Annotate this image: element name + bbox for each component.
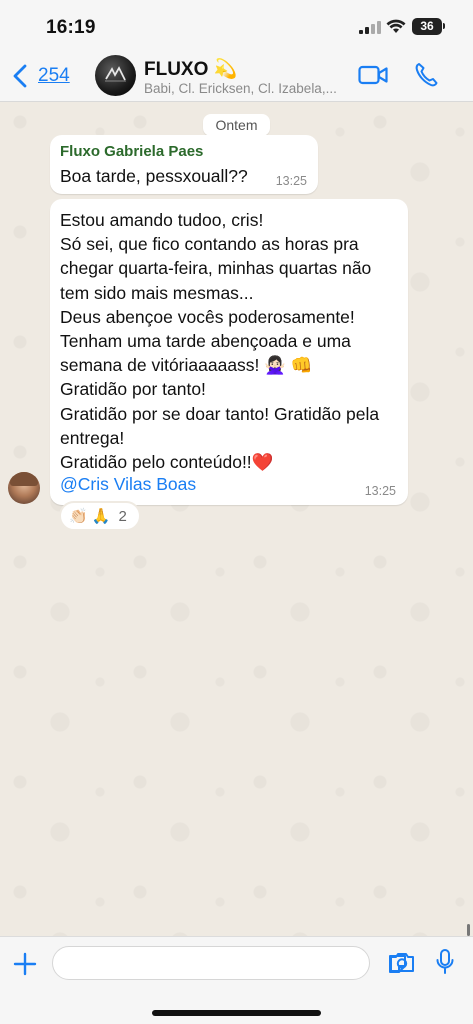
mention[interactable]: @Cris Vilas Boas bbox=[60, 474, 196, 495]
chevron-left-icon bbox=[13, 64, 27, 88]
video-camera-icon[interactable] bbox=[358, 64, 388, 86]
message-reactions[interactable]: 👏🏻 🙏 2 bbox=[59, 501, 141, 531]
microphone-icon[interactable] bbox=[435, 948, 455, 976]
chat-area[interactable]: Ontem Fluxo Gabriela Paes Boa tarde, pes… bbox=[0, 102, 473, 936]
camera-icon[interactable] bbox=[389, 951, 415, 973]
composer-bar bbox=[0, 936, 473, 1024]
message-bubble[interactable]: Estou amando tudoo, cris! Só sei, que fi… bbox=[50, 199, 408, 505]
message-time: 13:25 bbox=[275, 174, 307, 188]
sender-avatar[interactable] bbox=[8, 472, 40, 504]
phone-icon[interactable] bbox=[414, 62, 438, 88]
plus-icon[interactable] bbox=[12, 951, 38, 977]
battery-indicator: 36 bbox=[412, 18, 442, 35]
message-time: 13:25 bbox=[364, 484, 396, 498]
cellular-signal-icon bbox=[359, 21, 381, 34]
battery-tip bbox=[443, 23, 445, 29]
message-bubble[interactable]: Fluxo Gabriela Paes Boa tarde, pessxoual… bbox=[50, 135, 318, 194]
scrollbar[interactable] bbox=[467, 924, 470, 936]
date-separator: Ontem bbox=[203, 114, 270, 136]
avatar-hair bbox=[10, 472, 38, 486]
wifi-icon bbox=[386, 19, 406, 33]
reaction-emojis: 👏🏻 🙏 bbox=[69, 508, 111, 525]
status-time: 16:19 bbox=[46, 17, 96, 38]
group-avatar[interactable] bbox=[95, 55, 136, 96]
back-button[interactable]: 254 bbox=[10, 62, 70, 90]
group-name[interactable]: FLUXO 💫 bbox=[144, 57, 237, 81]
mention-name[interactable]: Cris Vilas Boas bbox=[78, 474, 196, 494]
mention-at-sign: @ bbox=[60, 474, 78, 494]
message-sender[interactable]: Fluxo Gabriela Paes bbox=[60, 143, 203, 160]
unread-count: 254 bbox=[38, 65, 70, 86]
status-bar: 16:19 36 bbox=[0, 0, 473, 50]
home-indicator bbox=[152, 1010, 321, 1016]
message-input[interactable] bbox=[52, 946, 406, 980]
group-members[interactable]: Babi, Cl. Ericksen, Cl. Izabela,... bbox=[144, 81, 344, 96]
group-logo-mark bbox=[105, 66, 126, 82]
chat-header: 254 FLUXO 💫 Babi, Cl. Ericksen, Cl. Izab… bbox=[0, 50, 473, 102]
reaction-count: 2 bbox=[118, 507, 127, 525]
message-text: Estou amando tudoo, cris! Só sei, que fi… bbox=[60, 210, 380, 473]
message-text: Boa tarde, pessxouall?? bbox=[60, 166, 248, 186]
